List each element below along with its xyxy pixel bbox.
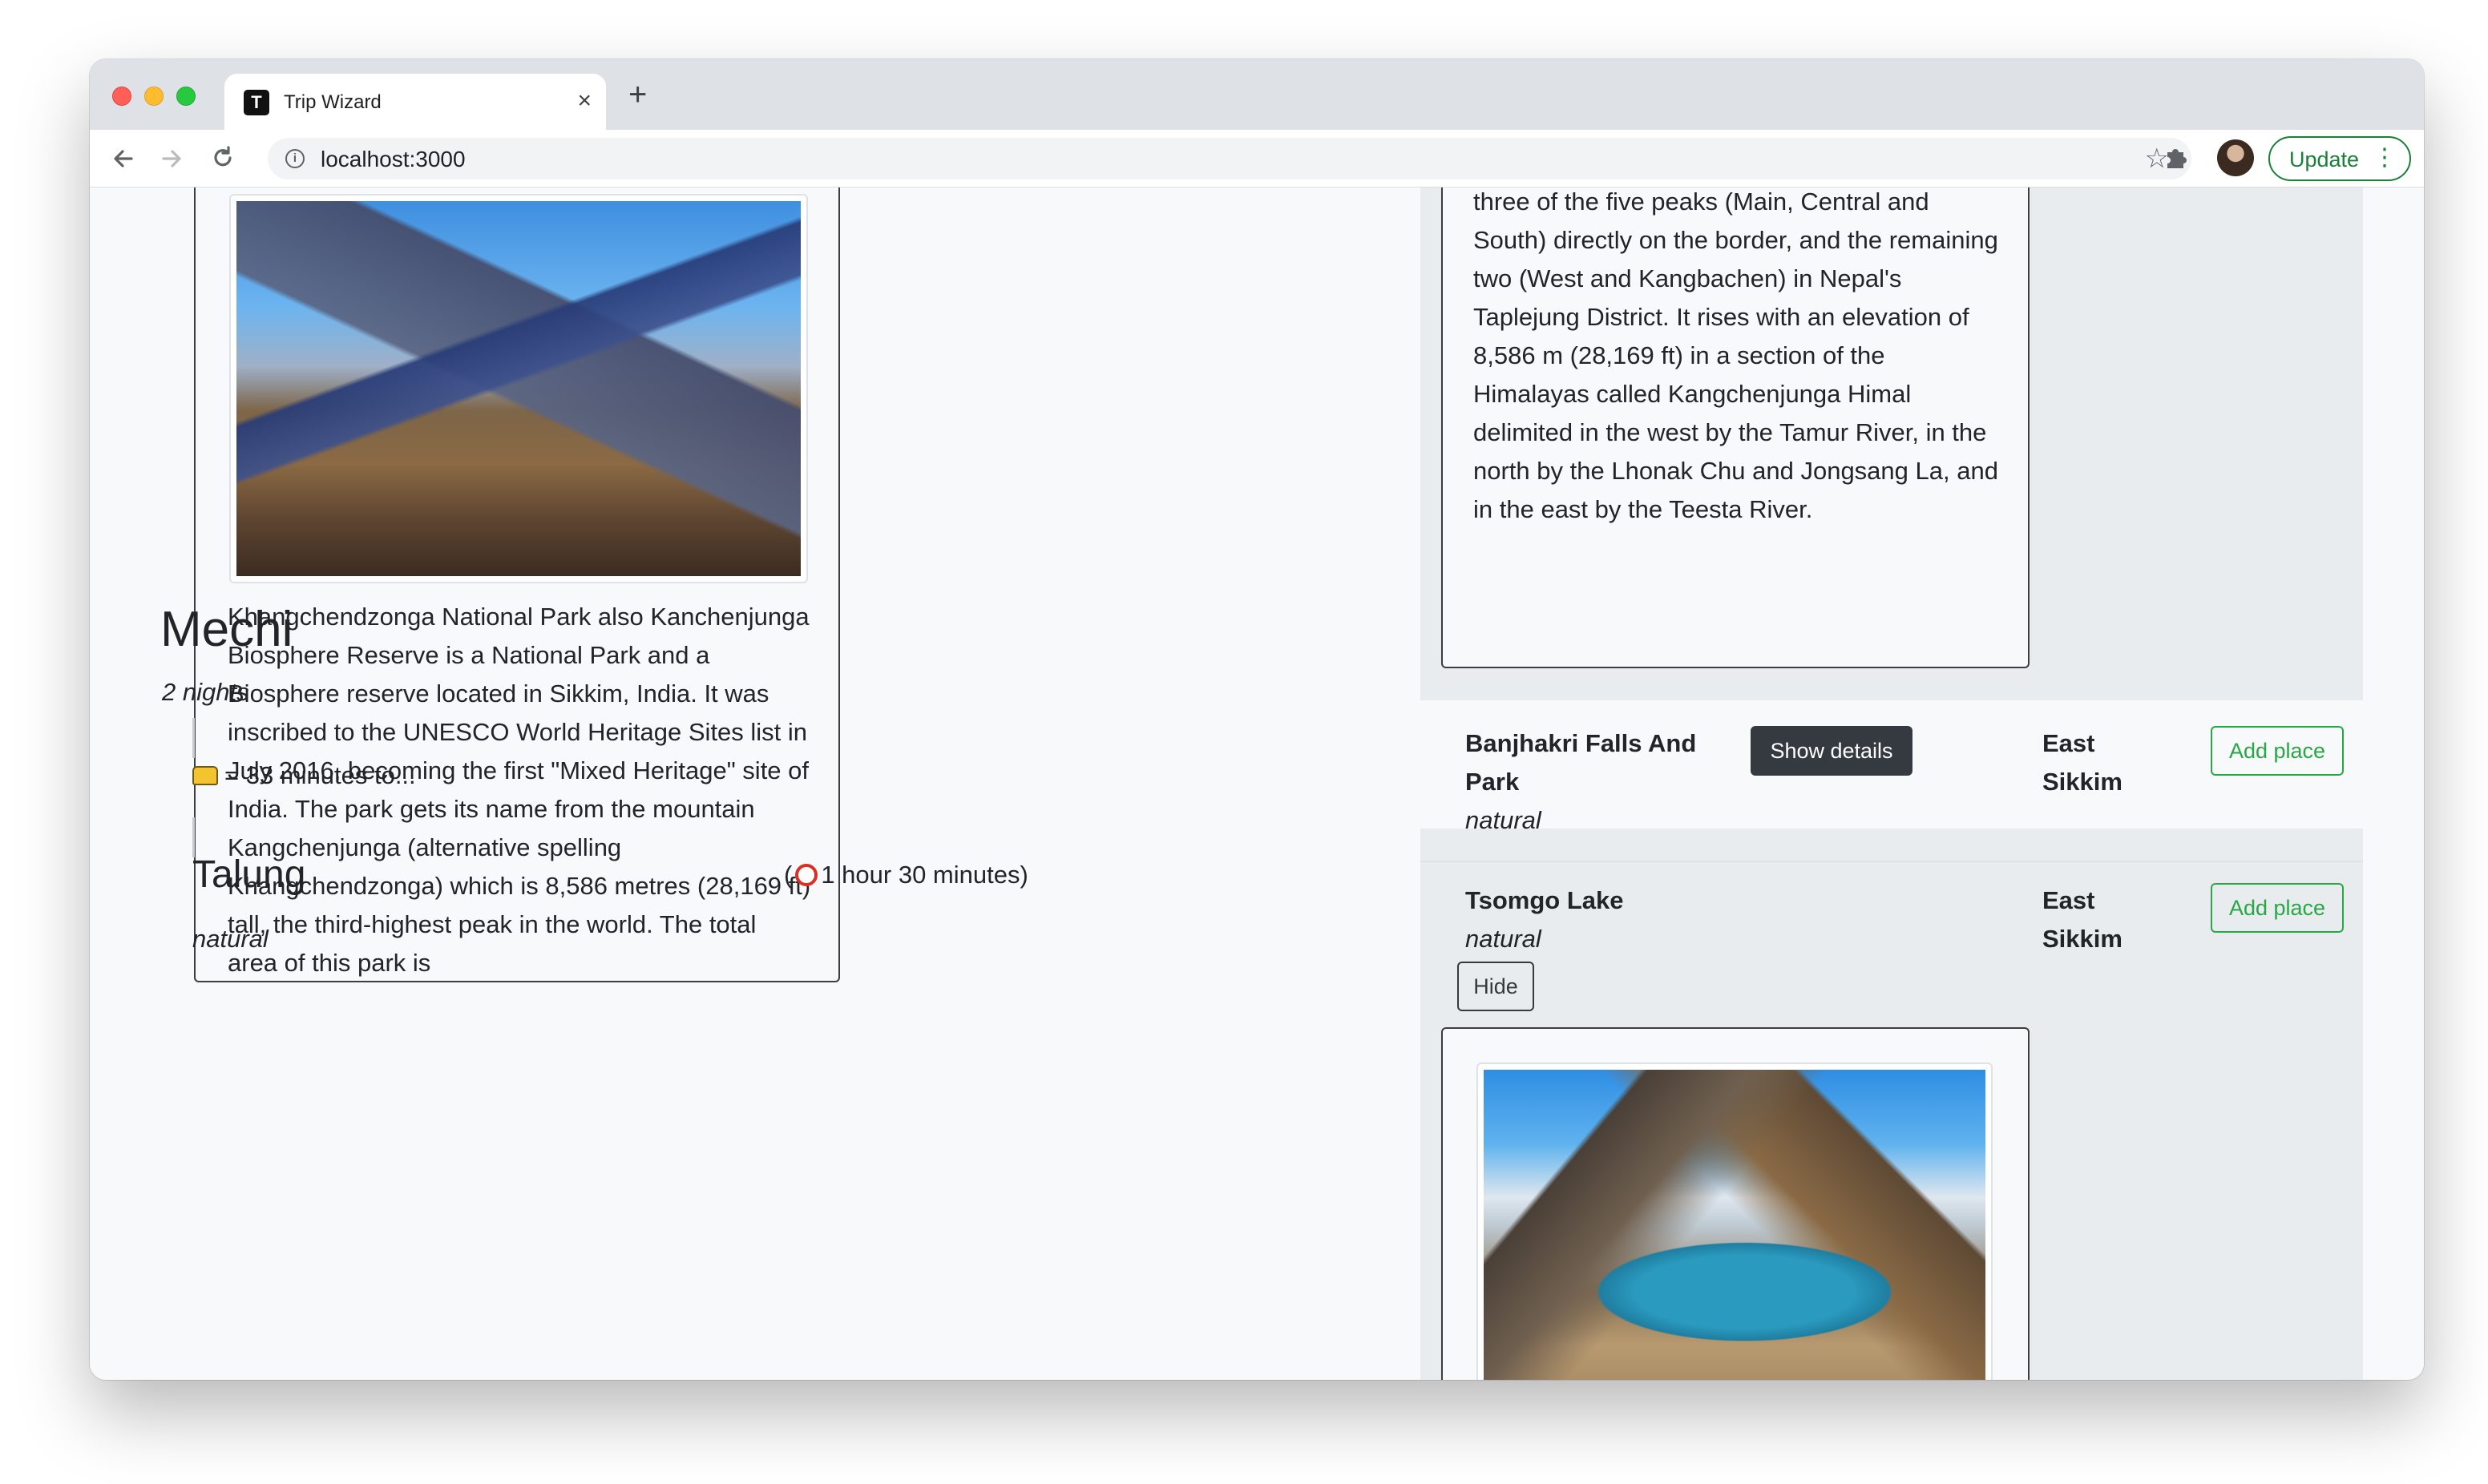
browser-toolbar: i localhost:3000 ☆ Update ⋮ xyxy=(90,130,2424,188)
visit-duration: (1 hour 30 minutes) xyxy=(784,861,1028,889)
reload-icon[interactable] xyxy=(210,143,236,182)
alarm-clock-icon xyxy=(795,864,818,886)
tab-strip: T Trip Wizard × + xyxy=(90,59,2424,130)
place-type: natural xyxy=(1465,806,1541,834)
new-tab-icon[interactable]: + xyxy=(628,79,647,111)
close-tab-icon[interactable]: × xyxy=(577,87,592,115)
lake-photo xyxy=(1476,1063,1993,1380)
maximize-window-button[interactable] xyxy=(176,87,196,106)
mountain-description: three of the five peaks (Main, Central a… xyxy=(1473,188,1998,523)
url-text[interactable]: localhost:3000 xyxy=(321,147,466,172)
bus-icon xyxy=(192,766,218,785)
timeline-connector xyxy=(192,718,195,758)
place-region: East Sikkim xyxy=(2042,729,2122,796)
update-label: Update xyxy=(2289,147,2360,171)
place-name: Banjhakri Falls And Park xyxy=(1465,729,1697,796)
place-region: East Sikkim xyxy=(2042,886,2122,953)
lake-image xyxy=(1484,1070,1985,1380)
next-place-title: Talung xyxy=(192,853,306,896)
park-photo xyxy=(229,194,808,583)
show-details-button[interactable]: Show details xyxy=(1751,726,1912,776)
minimize-window-button[interactable] xyxy=(144,87,164,106)
forward-arrow-icon[interactable] xyxy=(159,143,184,182)
address-bar[interactable]: i localhost:3000 ☆ xyxy=(268,138,2191,179)
stop-title: Mechi xyxy=(160,602,293,657)
tab-title: Trip Wizard xyxy=(284,91,382,113)
place-details-card xyxy=(1441,1027,2030,1380)
valley-image xyxy=(236,201,801,576)
trip-wizard-favicon-icon: T xyxy=(244,90,269,115)
page-content: Khangchendzonga National Park also Kanch… xyxy=(90,188,2424,1380)
timeline-connector xyxy=(192,817,195,857)
row-divider xyxy=(1420,861,2363,862)
update-button[interactable]: Update ⋮ xyxy=(2268,136,2411,181)
back-arrow-icon[interactable] xyxy=(111,143,136,182)
add-place-button[interactable]: Add place xyxy=(2211,883,2344,933)
duration-open-paren: ( xyxy=(784,861,793,889)
next-place-type: natural xyxy=(192,925,269,953)
place-type: natural xyxy=(1465,925,1541,953)
profile-avatar[interactable] xyxy=(2217,139,2254,176)
duration-text: 1 hour 30 minutes) xyxy=(821,861,1028,889)
browser-window: T Trip Wizard × + i localhost:3000 ☆ Upd… xyxy=(90,59,2424,1380)
travel-time: = 33 minutes to... xyxy=(192,756,416,795)
tab-trip-wizard[interactable]: T Trip Wizard × xyxy=(224,74,606,130)
site-info-icon[interactable]: i xyxy=(285,149,305,168)
travel-time-text: = 33 minutes to... xyxy=(224,761,416,789)
place-details-card: three of the five peaks (Main, Central a… xyxy=(1441,188,2030,668)
add-place-button[interactable]: Add place xyxy=(2211,726,2344,776)
extensions-puzzle-icon[interactable] xyxy=(2163,141,2190,180)
place-name: Tsomgo Lake xyxy=(1465,886,1624,914)
close-window-button[interactable] xyxy=(112,87,131,106)
stop-nights: 2 nights xyxy=(162,678,249,706)
hide-button[interactable]: Hide xyxy=(1457,962,1534,1011)
menu-dots-icon[interactable]: ⋮ xyxy=(2373,144,2397,171)
